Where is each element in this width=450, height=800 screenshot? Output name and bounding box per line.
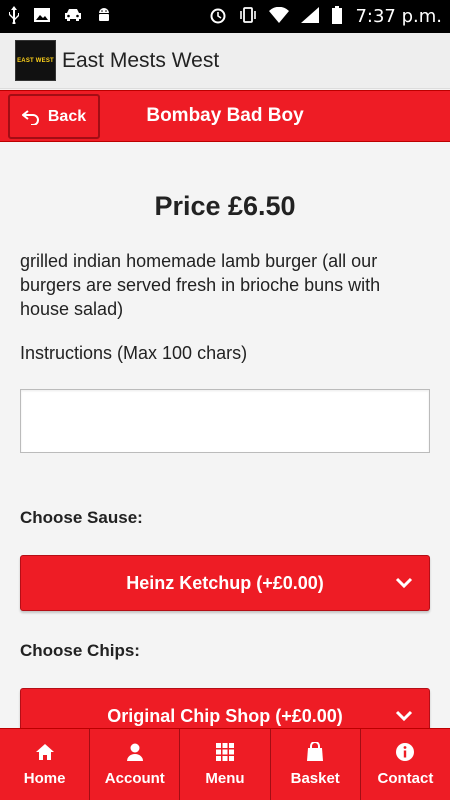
nav-menu-label: Menu — [205, 770, 245, 787]
status-time: 7:37 p.m. — [355, 6, 442, 27]
nav-home-label: Home — [23, 770, 66, 787]
chevron-down-icon — [395, 577, 413, 589]
bottom-nav: Home Account Menu Basket Contact — [0, 728, 450, 800]
home-icon — [35, 744, 54, 760]
app-bar: EAST WEST East Mests West — [0, 33, 450, 89]
nav-contact-label: Contact — [377, 770, 434, 787]
instructions-label: Instructions (Max 100 chars) — [20, 343, 248, 363]
product-content: Price £6.50 grilled indian homemade lamb… — [0, 143, 450, 744]
instructions-input[interactable] — [20, 389, 430, 453]
product-description: grilled indian homemade lamb burger (all… — [20, 251, 381, 319]
battery-icon — [331, 5, 343, 28]
nav-account-label: Account — [104, 770, 165, 787]
wifi-icon — [269, 6, 290, 27]
nav-account[interactable]: Account — [90, 729, 181, 800]
image-icon — [34, 7, 50, 26]
car-icon — [64, 8, 82, 26]
bag-icon — [307, 742, 324, 761]
nav-contact[interactable]: Contact — [361, 729, 450, 800]
user-icon — [126, 743, 143, 761]
nav-basket-label: Basket — [290, 770, 340, 787]
nav-basket[interactable]: Basket — [271, 729, 361, 800]
sauce-label: Choose Sause: — [20, 508, 143, 527]
vibrate-icon — [239, 6, 257, 27]
chevron-down-icon — [395, 710, 413, 722]
grid-icon — [216, 743, 234, 761]
status-bar: 7:37 p.m. — [0, 0, 450, 33]
product-price: Price £6.50 — [154, 191, 296, 221]
app-logo: EAST WEST — [15, 40, 56, 81]
usb-icon — [8, 5, 20, 28]
chips-selected-value: Original Chip Shop (+£0.00) — [107, 705, 343, 726]
alarm-icon — [209, 6, 227, 28]
back-button[interactable]: Back — [8, 94, 100, 139]
nav-menu[interactable]: Menu — [180, 729, 271, 800]
back-button-label: Back — [47, 107, 87, 125]
nav-home[interactable]: Home — [0, 729, 91, 800]
back-arrow-icon — [21, 109, 39, 125]
app-title: East Mests West — [62, 48, 220, 72]
android-icon — [96, 7, 112, 27]
chips-label: Choose Chips: — [20, 641, 140, 660]
sauce-selected-value: Heinz Ketchup (+£0.00) — [126, 572, 324, 593]
info-icon — [396, 743, 415, 761]
page-header: Bombay Bad Boy Back — [0, 90, 450, 142]
signal-icon — [301, 6, 320, 27]
sauce-select[interactable]: Heinz Ketchup (+£0.00) — [20, 555, 430, 611]
logo-text: EAST WEST — [17, 57, 54, 64]
